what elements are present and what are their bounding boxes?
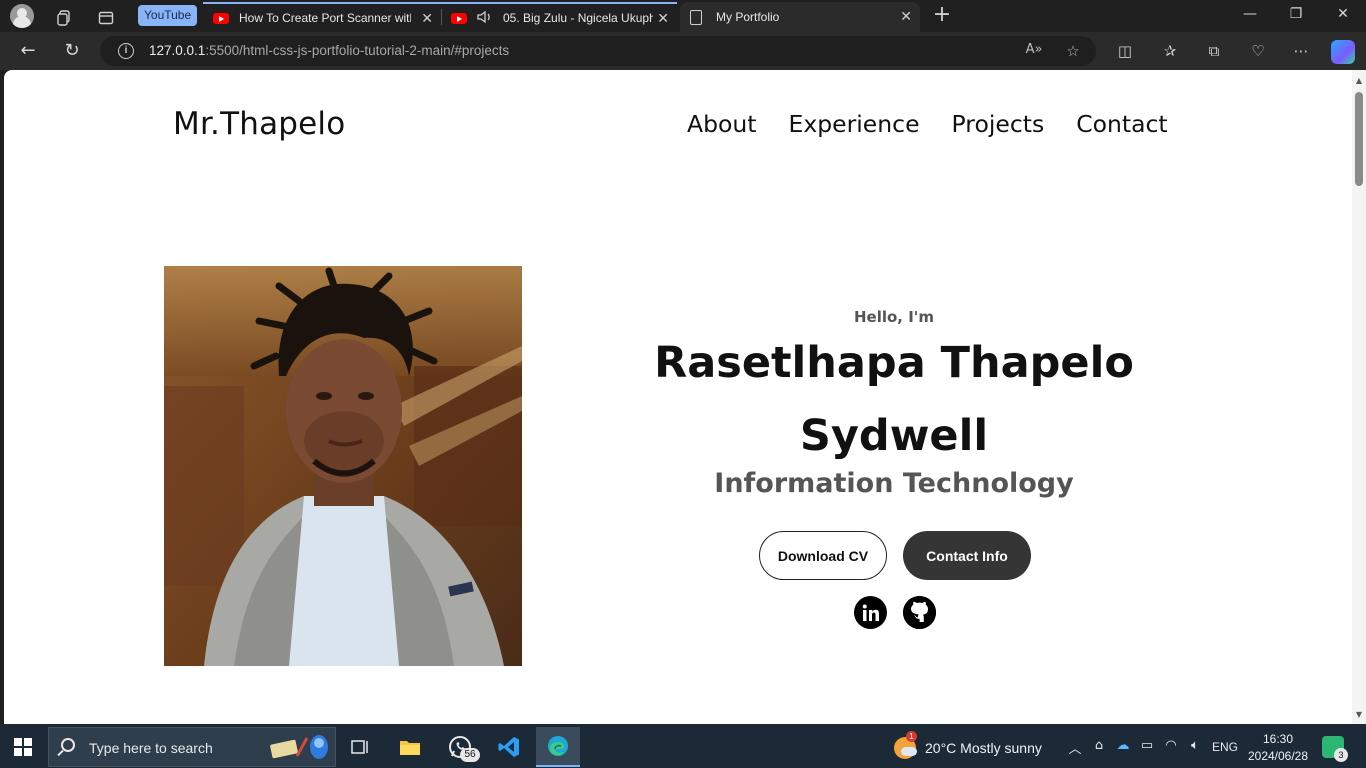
restore-icon[interactable]: ❐ [1284,6,1308,22]
tab-title: How To Create Port Scanner with [239,11,411,25]
profile-photo [164,266,522,666]
weather-text: 20°C Mostly sunny [925,740,1042,756]
clock-time: 16:30 [1262,732,1294,746]
weather-widget[interactable]: 1 20°C Mostly sunny [894,731,1042,759]
taskbar-search[interactable]: Type here to search [48,727,336,767]
page-viewport: Mr.Thapelo About Experience Projects Con… [4,70,1366,724]
windows-taskbar: Type here to search 56 1 20°C Mostly sun… [0,724,1366,768]
windows-start-icon[interactable] [14,738,32,756]
usb-device-icon[interactable]: ⌂ [1090,738,1108,753]
edge-browser-icon[interactable] [536,727,580,767]
linkedin-icon[interactable] [854,596,887,629]
close-tab-icon[interactable]: ✕ [900,8,912,25]
close-tab-icon[interactable]: ✕ [421,10,433,27]
page-icon [690,9,702,25]
search-placeholder: Type here to search [89,740,213,756]
weather-sun-cloud-icon: 1 [894,731,917,759]
tab-my-portfolio[interactable]: My Portfolio ✕ [680,2,920,32]
full-name-line-2: Sydwell [799,411,989,461]
search-icon [61,738,75,752]
nav-contact[interactable]: Contact [1076,110,1167,138]
scroll-thumb[interactable] [1355,92,1363,186]
youtube-icon [451,12,467,24]
show-hidden-icons-chevron-icon[interactable]: ︿ [1066,738,1084,757]
whatsapp-icon[interactable]: 56 [438,727,482,767]
read-aloud-icon[interactable]: A» [1024,42,1044,57]
download-cv-button[interactable]: Download CV [759,531,887,580]
speaker-icon[interactable] [477,10,493,27]
vscode-icon[interactable] [487,727,531,767]
refresh-icon[interactable]: ↻ [60,40,84,62]
github-icon[interactable] [903,596,936,629]
hero-text: Hello, I'm Rasetlhapa Thapelo Sydwell In… [624,300,1164,499]
copilot-icon[interactable] [1331,40,1355,64]
site-nav: About Experience Projects Contact [687,110,1168,138]
whatsapp-badge: 56 [460,748,480,762]
onedrive-cloud-icon[interactable]: ☁ [1114,738,1132,753]
browser-tab-strip: YouTube How To Create Port Scanner with … [0,0,1366,32]
page-scrollbar[interactable]: ▲ ▼ [1352,70,1366,724]
new-tab-icon[interactable]: + [930,4,954,26]
scroll-down-icon[interactable]: ▼ [1355,710,1363,719]
address-bar[interactable]: i 127.0.0.1:5500/html-css-js-portfolio-t… [100,36,1096,66]
social-links [854,596,936,629]
split-screen-icon[interactable]: ◫ [1114,41,1136,61]
browser-toolbar: ← ↻ i 127.0.0.1:5500/html-css-js-portfol… [0,32,1366,70]
role-title: Information Technology [714,468,1074,499]
nav-projects[interactable]: Projects [952,110,1045,138]
window-close-icon[interactable]: ✕ [1331,6,1355,22]
youtube-icon [213,12,229,24]
contact-info-button[interactable]: Contact Info [903,531,1031,580]
scroll-up-icon[interactable]: ▲ [1355,76,1363,85]
system-clock[interactable]: 16:30 2024/06/28 [1246,731,1310,765]
language-indicator[interactable]: ENG [1212,740,1238,754]
workspaces-icon[interactable] [52,6,76,30]
nav-experience[interactable]: Experience [788,110,919,138]
tab-title: 05. Big Zulu - Ngicela Ukuphila [503,11,653,25]
favorite-star-icon[interactable]: ☆ [1063,42,1083,60]
minimize-icon[interactable]: — [1238,6,1262,22]
close-tab-icon[interactable]: ✕ [657,10,669,27]
volume-icon[interactable]: 🔈︎ [1186,738,1204,753]
tab-group-youtube[interactable]: YouTube [138,5,198,26]
tab-big-zulu[interactable]: 05. Big Zulu - Ngicela Ukuphila ✕ [441,2,677,32]
battery-icon[interactable]: ▭ [1138,738,1156,753]
profile-avatar-icon[interactable] [10,4,34,28]
collections-icon[interactable]: ⧉ [1203,41,1225,61]
search-highlight-illustration [270,735,328,759]
greeting-text: Hello, I'm [853,308,935,326]
clock-date: 2024/06/28 [1247,749,1309,763]
site-info-icon[interactable]: i [118,43,134,59]
browser-essentials-icon[interactable]: ♡ [1247,41,1269,61]
task-view-icon[interactable] [338,727,382,767]
settings-menu-icon[interactable]: ⋯ [1290,41,1312,61]
favorites-icon[interactable]: ✰ [1159,41,1181,61]
file-explorer-icon[interactable] [388,727,432,767]
wifi-icon[interactable]: ◠ [1162,738,1180,753]
tab-actions-icon[interactable] [94,6,118,30]
hero-buttons: Download CV Contact Info [759,531,1031,580]
nav-about[interactable]: About [687,110,756,138]
site-logo[interactable]: Mr.Thapelo [173,106,345,142]
full-name-line-1: Rasetlhapa Thapelo [654,338,1134,388]
tab-port-scanner[interactable]: How To Create Port Scanner with ✕ [203,2,441,32]
notification-badge: 3 [1334,748,1348,762]
url-text[interactable]: 127.0.0.1:5500/html-css-js-portfolio-tut… [149,43,509,58]
back-icon[interactable]: ← [16,40,40,62]
tab-title: My Portfolio [716,10,780,24]
